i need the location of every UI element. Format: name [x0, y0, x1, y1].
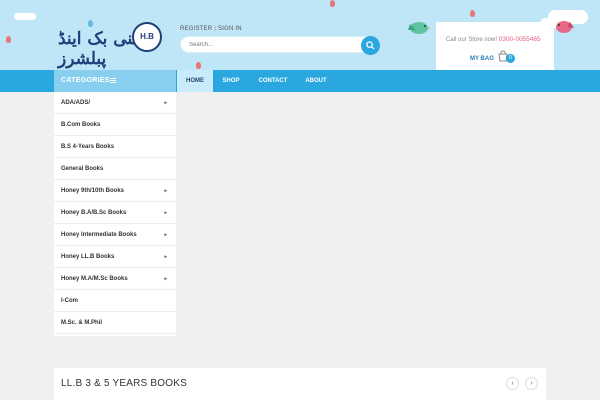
- sidebar-item-label: ADA/ADS/: [61, 100, 91, 106]
- chevron-right-icon: ▸: [164, 254, 167, 260]
- sidebar-item-label: Honey LL.B Books: [61, 254, 115, 260]
- chevron-right-icon: ▸: [164, 100, 167, 106]
- sidebar-item-label: Honey B.A/B.Sc Books: [61, 210, 127, 216]
- balloon-decoration: [6, 36, 11, 43]
- sidebar-item-ada-ads[interactable]: ADA/ADS/ ▸: [54, 92, 176, 114]
- sidebar-item-bcom-books[interactable]: B.Com Books: [54, 114, 176, 136]
- sidebar-item-bs-4-years-books[interactable]: B.S 4-Years Books: [54, 136, 176, 158]
- phone-number[interactable]: 0300-0055465: [499, 36, 541, 43]
- nav-about[interactable]: ABOUT: [300, 70, 332, 92]
- site-logo[interactable]: ہنی بک اینڈ پبلشرز H.B: [58, 22, 168, 69]
- main-content-area: [176, 92, 600, 368]
- chevron-right-icon: ▸: [164, 188, 167, 194]
- sidebar-item-honey-ma-msc[interactable]: Honey M.A/M.Sc Books ▸: [54, 268, 176, 290]
- search-input[interactable]: [189, 40, 349, 50]
- sidebar-item-label: General Books: [61, 166, 104, 172]
- section-title: LL.B 3 & 5 YEARS BOOKS: [61, 378, 187, 389]
- store-call: Call our Store now! 0300-0055465: [446, 36, 541, 43]
- sidebar-item-label: Honey Intermediate Books: [61, 232, 137, 238]
- account-links: REGISTER | SIGN IN: [180, 26, 242, 32]
- bird-icon: [408, 22, 430, 34]
- sidebar-item-label: B.Com Books: [61, 122, 101, 128]
- sidebar-item-honey-llb[interactable]: Honey LL.B Books ▸: [54, 246, 176, 268]
- nav-home[interactable]: HOME: [177, 70, 213, 92]
- search-icon: [366, 41, 375, 50]
- balloon-decoration: [470, 10, 475, 17]
- chevron-right-icon: ▸: [164, 232, 167, 238]
- sidebar-item-general-books[interactable]: General Books: [54, 158, 176, 180]
- sidebar-item-honey-9th-10th[interactable]: Honey 9th/10th Books ▸: [54, 180, 176, 202]
- site-header: ہنی بک اینڈ پبلشرز H.B REGISTER | SIGN IN …: [0, 0, 600, 70]
- balloon-decoration: [330, 0, 335, 7]
- hamburger-icon: [110, 78, 116, 83]
- sidebar-item-label: I-Com: [61, 298, 78, 304]
- sidebar-item-honey-ba-bsc[interactable]: Honey B.A/B.Sc Books ▸: [54, 202, 176, 224]
- sidebar-item-label: Honey 9th/10th Books: [61, 188, 125, 194]
- carousel-prev-button[interactable]: ‹: [506, 377, 519, 390]
- sidebar-item-msc-mphil[interactable]: M.Sc. & M.Phil: [54, 312, 176, 334]
- bag-count-badge: 0: [506, 54, 515, 63]
- link-separator: |: [214, 26, 217, 32]
- sidebar-item-icom[interactable]: I-Com: [54, 290, 176, 312]
- nav-contact[interactable]: CONTACT: [250, 70, 296, 92]
- chevron-right-icon: ▸: [164, 276, 167, 282]
- balloon-decoration: [196, 62, 201, 69]
- search-button[interactable]: [361, 36, 380, 55]
- nav-shop[interactable]: SHOP: [215, 70, 247, 92]
- product-section: LL.B 3 & 5 YEARS BOOKS ‹ ›: [54, 368, 546, 400]
- cloud-decoration: [14, 13, 36, 20]
- sidebar-item-honey-intermediate[interactable]: Honey Intermediate Books ▸: [54, 224, 176, 246]
- category-sidebar: ADA/ADS/ ▸ B.Com Books B.S 4-Years Books…: [54, 92, 176, 336]
- store-card: [436, 22, 554, 70]
- carousel-next-button[interactable]: ›: [525, 377, 538, 390]
- sidebar-item-label: B.S 4-Years Books: [61, 144, 115, 150]
- bird-icon: [556, 21, 574, 33]
- call-label: Call our Store now!: [446, 37, 498, 43]
- sidebar-item-label: Honey M.A/M.Sc Books: [61, 276, 128, 282]
- sidebar-item-label: M.Sc. & M.Phil: [61, 320, 103, 326]
- search-bar: [180, 36, 380, 55]
- chevron-right-icon: ▸: [164, 210, 167, 216]
- categories-label: CATEGORIES: [61, 77, 110, 84]
- signin-link[interactable]: SIGN IN: [218, 26, 242, 32]
- categories-toggle[interactable]: CATEGORIES: [54, 70, 176, 92]
- register-link[interactable]: REGISTER: [180, 26, 212, 32]
- logo-badge: H.B: [132, 22, 162, 52]
- my-bag-label[interactable]: MY BAG: [470, 56, 494, 62]
